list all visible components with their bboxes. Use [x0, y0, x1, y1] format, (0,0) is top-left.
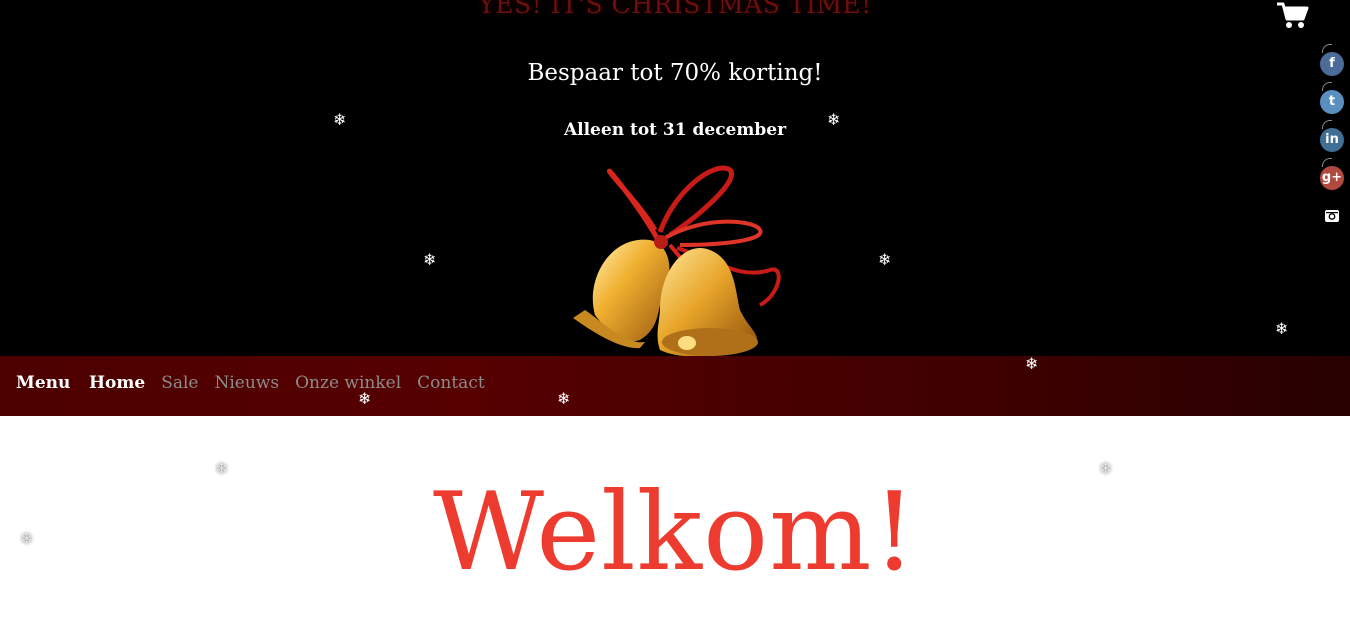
menu-toggle[interactable]: Menu [16, 373, 70, 393]
twitter-icon[interactable]: t [1320, 82, 1344, 114]
nav-item-nieuws[interactable]: Nieuws [215, 373, 280, 393]
shopping-cart-icon[interactable] [1275, 0, 1309, 30]
snowflake-icon: ❄ [827, 110, 841, 129]
nav-item-sale[interactable]: Sale [161, 373, 198, 393]
facebook-icon[interactable]: f [1320, 44, 1344, 76]
snowflake-icon: ❄ [557, 389, 571, 408]
page: YES! IT'S CHRISTMAS TIME! Bespaar tot 70… [0, 0, 1350, 632]
snowflake-icon: ❄ [358, 389, 372, 408]
snowflake-icon: ❄ [423, 250, 437, 269]
nav-item-contact[interactable]: Contact [417, 373, 485, 393]
snowflake-icon: ❄ [878, 250, 892, 269]
snowflake-icon: ❄ [333, 110, 347, 129]
snowflake-icon: ❄ [20, 529, 34, 548]
nav-item-home[interactable]: Home [89, 373, 145, 393]
banner-note: Alleen tot 31 december [563, 120, 787, 140]
welcome-heading: Welkom! [433, 470, 917, 595]
snowflake-icon: ❄ [1099, 459, 1113, 478]
google-plus-icon[interactable]: g+ [1320, 158, 1344, 190]
social-links: f t in g+ [1320, 44, 1350, 240]
christmas-bells-icon [573, 165, 781, 357]
snowflake-icon: ❄ [1275, 319, 1289, 338]
hero-banner: YES! IT'S CHRISTMAS TIME! Bespaar tot 70… [0, 0, 1350, 357]
snowflake-icon: ❄ [1025, 354, 1039, 373]
banner-subtitle: Bespaar tot 70% korting! [527, 60, 823, 86]
nav-item-onze-winkel[interactable]: Onze winkel [295, 373, 401, 393]
linkedin-icon[interactable]: in [1320, 120, 1344, 152]
banner-title: YES! IT'S CHRISTMAS TIME! [478, 0, 872, 19]
main-navbar: Menu Home Sale Nieuws Onze winkel Contac… [0, 356, 1350, 416]
nav-links: Home Sale Nieuws Onze winkel Contact [89, 373, 501, 393]
instagram-icon[interactable] [1320, 204, 1344, 226]
snowflake-icon: ❄ [215, 459, 229, 478]
